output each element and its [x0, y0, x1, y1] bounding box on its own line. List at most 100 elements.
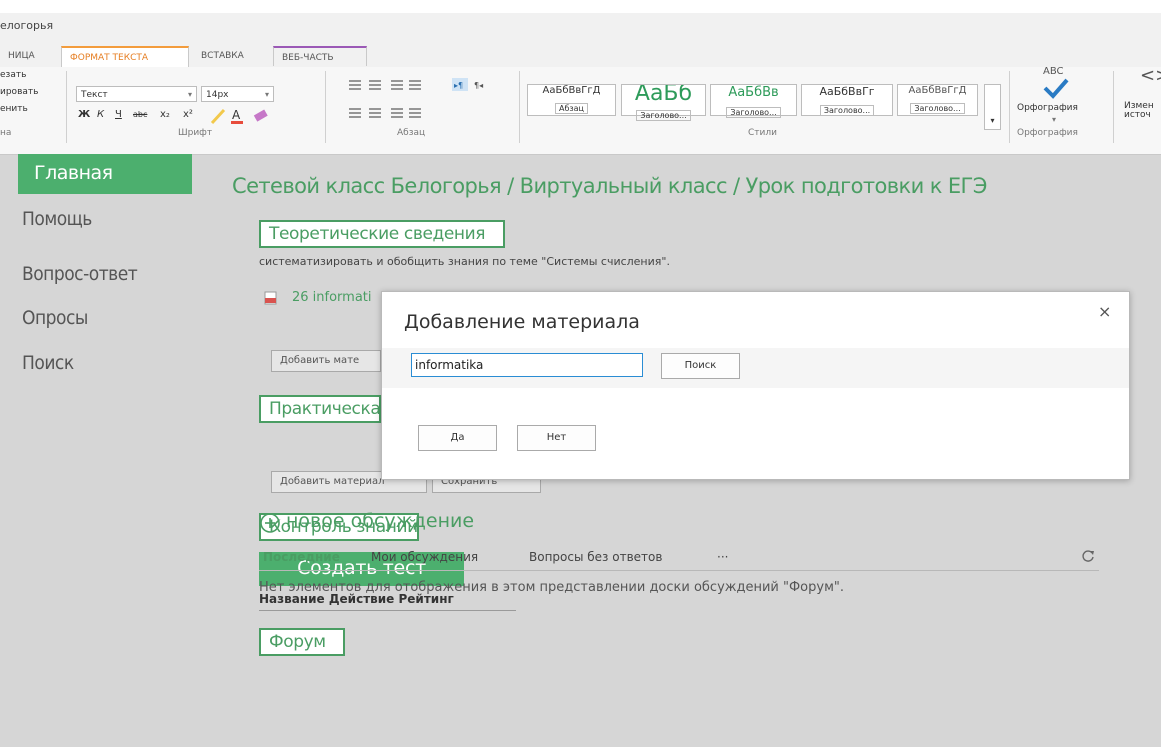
- edit-source-button[interactable]: Измен источ: [1124, 102, 1154, 120]
- ltr-icon: ▸¶: [452, 78, 468, 91]
- plus-circle-icon[interactable]: [259, 512, 281, 534]
- subscript-button[interactable]: x₂: [160, 109, 170, 120]
- caption-strip: [0, 0, 1161, 13]
- add-material-button[interactable]: Добавить мате: [271, 350, 381, 372]
- font-name-select[interactable]: Текст ▾: [76, 86, 197, 102]
- site-title: елогорья: [0, 19, 54, 32]
- styles-more-button[interactable]: ▾: [984, 84, 1001, 130]
- tab-insert[interactable]: ВСТАВКА: [193, 46, 252, 66]
- style-paragraph[interactable]: АаБбВвГгД Абзац: [527, 84, 616, 116]
- filter-my-discussions[interactable]: Мои обсуждения: [371, 550, 478, 564]
- search-button[interactable]: Поиск: [661, 353, 740, 379]
- table-divider: [259, 610, 516, 611]
- separator: [1009, 71, 1010, 143]
- style-name: Абзац: [554, 103, 588, 114]
- tab-page[interactable]: НИЦА: [0, 46, 43, 66]
- chevron-down-icon: ▾: [187, 90, 192, 99]
- font-group-label: Шрифт: [178, 128, 213, 138]
- spelling-group-label: Орфография: [1017, 128, 1078, 138]
- font-size-value: 14px: [206, 90, 229, 100]
- separator: [519, 71, 520, 143]
- new-discussion-link[interactable]: новое обсуждение: [286, 510, 474, 532]
- sidebar-item-label: Главная: [34, 162, 113, 184]
- clear-format-icon: [253, 109, 268, 122]
- style-preview: АаБбВвГгД: [542, 85, 601, 96]
- superscript-button[interactable]: x²: [183, 109, 193, 120]
- number-list-icon: [369, 80, 381, 90]
- filter-latest[interactable]: Последние: [263, 550, 340, 564]
- style-heading-4[interactable]: АаБбВвГгД Заголово...: [897, 84, 978, 116]
- chevron-down-icon: ▾: [990, 116, 995, 125]
- svg-text:▸¶: ▸¶: [454, 81, 463, 90]
- yes-button[interactable]: Да: [418, 425, 497, 451]
- sidebar-item-help[interactable]: Помощь: [22, 208, 92, 230]
- style-heading-1[interactable]: АаБб Заголово...: [621, 84, 706, 121]
- paragraph-tools[interactable]: ▸¶ ¶◂: [345, 78, 505, 128]
- checkmark-icon[interactable]: [1042, 77, 1070, 99]
- tab-format-text[interactable]: ФОРМАТ ТЕКСТА: [61, 46, 189, 68]
- style-name: Заголово...: [910, 103, 965, 114]
- style-name: Заголово...: [819, 105, 875, 116]
- paragraph-group-label: Абзац: [397, 128, 426, 138]
- copy-button[interactable]: ировать: [0, 87, 38, 97]
- font-color-icon: A: [231, 108, 243, 124]
- search-input[interactable]: informatika: [411, 353, 643, 377]
- justify-icon: [409, 108, 421, 118]
- sidebar-item-qa[interactable]: Вопрос-ответ: [22, 263, 138, 285]
- svg-text:¶◂: ¶◂: [474, 81, 483, 90]
- font-size-select[interactable]: 14px ▾: [201, 86, 274, 102]
- app-window: елогорья НИЦА ФОРМАТ ТЕКСТА ВСТАВКА ВЕБ-…: [0, 13, 1161, 747]
- styles-group-label: Стили: [748, 128, 777, 138]
- refresh-icon[interactable]: [1081, 549, 1095, 563]
- spelling-abc: ABC: [1043, 66, 1064, 77]
- breadcrumb: Сетевой класс Белогорья / Виртуальный кл…: [232, 174, 987, 198]
- style-preview: АаБб: [634, 85, 693, 103]
- style-preview: АаБбВвГгД: [908, 85, 967, 96]
- sidebar-item-search[interactable]: Поиск: [22, 352, 74, 374]
- separator: [325, 71, 326, 143]
- close-icon[interactable]: ×: [1098, 302, 1111, 321]
- ribbon: езать ировать енить на Текст ▾ 14px ▾ Ж …: [0, 65, 1161, 155]
- add-material-dialog: Добавление материала × informatika Поиск…: [381, 291, 1130, 480]
- style-heading-3[interactable]: АаБбВвГг Заголово...: [801, 84, 893, 116]
- increase-indent-icon: [409, 80, 421, 90]
- style-heading-2[interactable]: АаБбВв Заголово...: [710, 84, 797, 118]
- theory-description: систематизировать и обобщить знания по т…: [259, 255, 670, 268]
- no-button[interactable]: Нет: [517, 425, 596, 451]
- code-icon[interactable]: <>: [1140, 65, 1161, 86]
- dialog-title: Добавление материала: [404, 311, 640, 333]
- style-preview: АаБбВв: [728, 85, 779, 100]
- strikethrough-button[interactable]: abc: [133, 110, 147, 119]
- paste-button[interactable]: енить: [0, 104, 28, 114]
- align-right-icon: [391, 108, 403, 118]
- separator: [66, 71, 67, 143]
- style-name: Заголово...: [726, 107, 781, 118]
- color-tools[interactable]: A: [210, 107, 276, 125]
- forum-divider: [259, 570, 1099, 571]
- bold-button[interactable]: Ж: [78, 109, 90, 120]
- chevron-down-icon: ▾: [264, 90, 269, 99]
- underline-button[interactable]: Ч: [115, 109, 122, 120]
- highlight-icon: [210, 108, 226, 125]
- spelling-button[interactable]: Орфография: [1017, 103, 1078, 113]
- theory-heading: Теоретические сведения: [259, 220, 505, 248]
- tab-web-part[interactable]: ВЕБ-ЧАСТЬ: [273, 46, 367, 66]
- align-left-icon: [349, 108, 361, 118]
- sidebar-item-home[interactable]: Главная: [18, 154, 192, 194]
- file-link[interactable]: 26 informati: [292, 290, 372, 305]
- bullet-list-icon: [349, 80, 361, 90]
- clipboard-group-label: на: [0, 128, 12, 138]
- align-center-icon: [369, 108, 381, 118]
- empty-forum-message: Нет элементов для отображения в этом пре…: [259, 580, 844, 595]
- italic-button[interactable]: К: [97, 109, 104, 120]
- cut-button[interactable]: езать: [0, 70, 26, 80]
- decrease-indent-icon: [391, 80, 403, 90]
- ribbon-tabs: НИЦА ФОРМАТ ТЕКСТА ВСТАВКА ВЕБ-ЧАСТЬ: [0, 41, 1161, 68]
- more-filters-button[interactable]: ···: [717, 550, 728, 564]
- title-bar: елогорья: [0, 13, 1161, 41]
- practice-heading: Практическа: [259, 395, 381, 423]
- sidebar-item-polls[interactable]: Опросы: [22, 307, 88, 329]
- style-preview: АаБбВвГг: [819, 85, 875, 98]
- filter-unanswered[interactable]: Вопросы без ответов: [529, 550, 662, 564]
- chevron-down-icon: ▾: [1052, 115, 1057, 124]
